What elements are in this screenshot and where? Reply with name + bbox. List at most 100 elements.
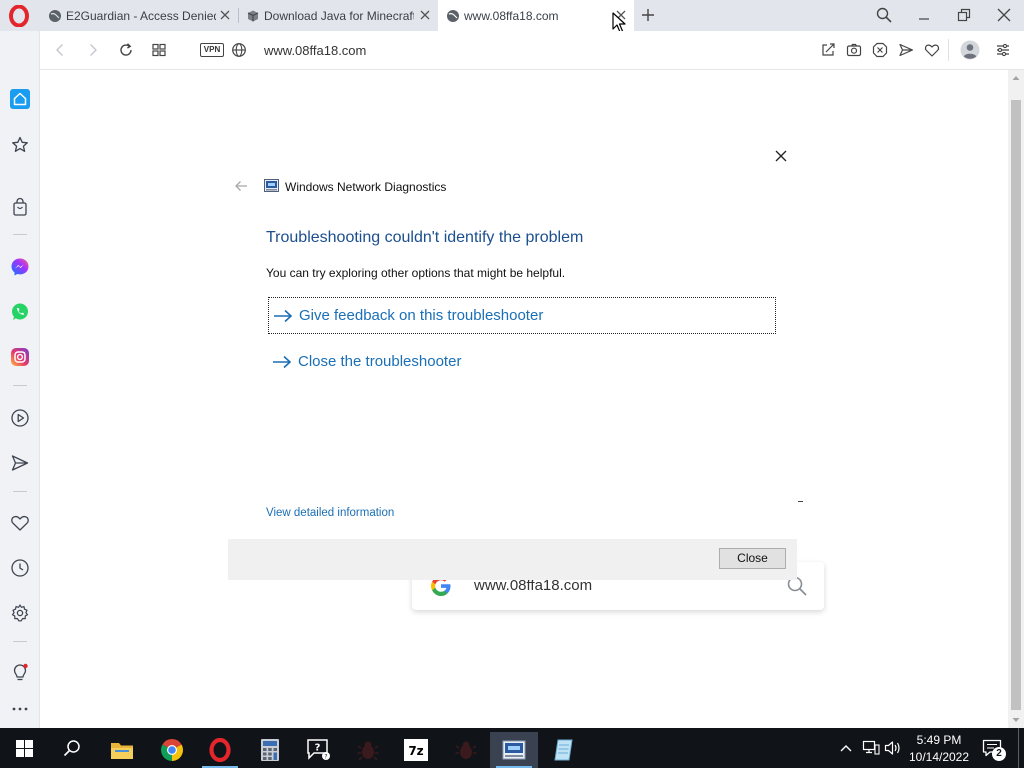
network-diagnostics-app[interactable] [490, 732, 538, 768]
tab-close-icon[interactable] [418, 8, 432, 22]
page-scrollbar[interactable] [1008, 70, 1024, 728]
notification-count-badge: 2 [992, 747, 1006, 761]
calculator-icon [260, 738, 280, 762]
folder-icon [110, 740, 134, 760]
dialog-subtext: You can try exploring other options that… [266, 266, 566, 280]
tab-download-java[interactable]: Download Java for Minecraft [238, 0, 438, 31]
file-explorer-app[interactable] [98, 732, 146, 768]
tab-title: E2Guardian - Access Denied [66, 8, 216, 23]
taskbar-search-button[interactable] [48, 728, 96, 768]
tab-bar: E2Guardian - Access Denied Download Java… [0, 0, 1024, 33]
player-icon[interactable] [10, 408, 30, 428]
tab-08ffa18[interactable]: www.08ffa18.com [438, 0, 634, 31]
scroll-up-arrow-icon[interactable] [1012, 74, 1020, 82]
reload-icon[interactable] [118, 42, 134, 58]
dialog-close-icon[interactable] [774, 149, 788, 163]
history-clock-icon[interactable] [10, 558, 30, 578]
forward-icon[interactable] [85, 42, 101, 58]
close-troubleshooter-option[interactable]: Close the troubleshooter [268, 344, 776, 381]
url-field[interactable]: www.08ffa18.com [264, 42, 564, 60]
arrow-right-icon [272, 354, 292, 370]
address-bar-row: VPN www.08ffa18.com [40, 31, 1024, 70]
back-icon[interactable] [52, 42, 68, 58]
minimize-icon[interactable] [916, 7, 932, 23]
tabs-grid-icon[interactable] [151, 42, 167, 58]
close-button[interactable]: Close [719, 548, 786, 569]
opera-app[interactable] [196, 732, 244, 768]
calculator-app[interactable] [246, 732, 294, 768]
scroll-down-arrow-icon[interactable] [1012, 716, 1020, 724]
start-button[interactable] [0, 728, 48, 768]
my-flow-send-icon[interactable] [10, 453, 30, 473]
back-arrow-icon[interactable] [234, 179, 248, 193]
home-icon[interactable] [10, 89, 30, 109]
add-to-pinboard-heart-icon[interactable] [924, 42, 940, 58]
shopping-bag-icon[interactable] [10, 197, 30, 217]
whatsapp-icon[interactable] [10, 302, 30, 322]
give-feedback-option[interactable]: Give feedback on this troubleshooter [268, 297, 776, 334]
opera-icon [208, 738, 232, 762]
restore-icon[interactable] [956, 7, 972, 23]
windows-logo-icon [15, 739, 33, 757]
globe-icon [446, 9, 460, 23]
dialog-footer: Close [228, 539, 797, 580]
tab-title: www.08ffa18.com [464, 8, 559, 23]
notepad-app[interactable] [540, 732, 588, 768]
bug-icon [356, 738, 380, 762]
windows-taskbar: ?? 7z 5:49 PM 10/14/2022 2 [0, 728, 1024, 768]
share-icon[interactable] [820, 42, 836, 58]
sidebar-divider [13, 385, 27, 386]
send-to-flow-icon[interactable] [898, 42, 914, 58]
easy-setup-icon[interactable] [995, 42, 1011, 58]
clock-time[interactable]: 5:49 PM [908, 732, 970, 748]
7zip-app[interactable]: 7z [392, 732, 440, 768]
bug-icon [454, 738, 478, 762]
chrome-app[interactable] [148, 732, 196, 768]
antivirus-app[interactable] [344, 732, 392, 768]
settings-gear-icon[interactable] [10, 603, 30, 623]
tab-close-icon[interactable] [218, 8, 232, 22]
new-tab-plus-icon[interactable] [640, 7, 656, 23]
messenger-icon[interactable] [10, 257, 30, 277]
dialog-heading: Troubleshooting couldn't identify the pr… [266, 229, 584, 246]
pinboards-heart-icon[interactable] [10, 513, 30, 533]
profile-avatar-icon[interactable] [960, 40, 980, 60]
snapshot-camera-icon[interactable] [846, 42, 862, 58]
minecraft-block-icon [246, 9, 260, 23]
show-desktop-button[interactable] [1018, 728, 1019, 768]
lightbulb-icon[interactable] [10, 663, 30, 683]
notepad-icon [552, 738, 576, 762]
svg-text:?: ? [315, 743, 321, 754]
network-diagnostics-icon [502, 740, 526, 760]
help-app[interactable]: ?? [294, 732, 342, 768]
view-detailed-information-link[interactable]: View detailed information [266, 505, 466, 521]
speed-dial-star-icon[interactable] [10, 135, 30, 155]
network-diagnostics-icon [264, 179, 279, 192]
close-window-icon[interactable] [996, 7, 1012, 23]
opera-sidebar [0, 31, 40, 728]
sidebar-divider [13, 491, 27, 492]
scroll-thumb[interactable] [1011, 100, 1021, 710]
network-diagnostics-dialog: Windows Network Diagnostics Troubleshoot… [228, 141, 803, 580]
svg-text:7z: 7z [408, 744, 423, 758]
vpn-badge[interactable]: VPN [200, 43, 224, 57]
tab-e2guardian[interactable]: E2Guardian - Access Denied [40, 0, 238, 31]
clock-date[interactable]: 10/14/2022 [906, 749, 972, 765]
antivirus-app-2[interactable] [442, 732, 490, 768]
show-hidden-icons-chevron-icon[interactable] [838, 740, 854, 756]
opera-logo-icon[interactable] [8, 5, 30, 27]
more-options-icon[interactable] [10, 699, 30, 719]
adblock-icon[interactable] [872, 42, 888, 58]
instagram-icon[interactable] [10, 347, 30, 367]
volume-icon[interactable] [884, 740, 902, 756]
globe-icon [48, 9, 62, 23]
help-chat-icon: ?? [305, 738, 331, 762]
search-tabs-icon[interactable] [876, 7, 892, 23]
notifications-button[interactable]: 2 [982, 739, 1006, 761]
site-globe-icon[interactable] [231, 42, 247, 58]
dialog-resize-mark [798, 501, 803, 502]
dialog-app-title: Windows Network Diagnostics [285, 180, 447, 194]
option-label: Give feedback on this troubleshooter [299, 307, 544, 324]
option-label: Close the troubleshooter [298, 353, 462, 370]
network-icon[interactable] [862, 740, 880, 756]
